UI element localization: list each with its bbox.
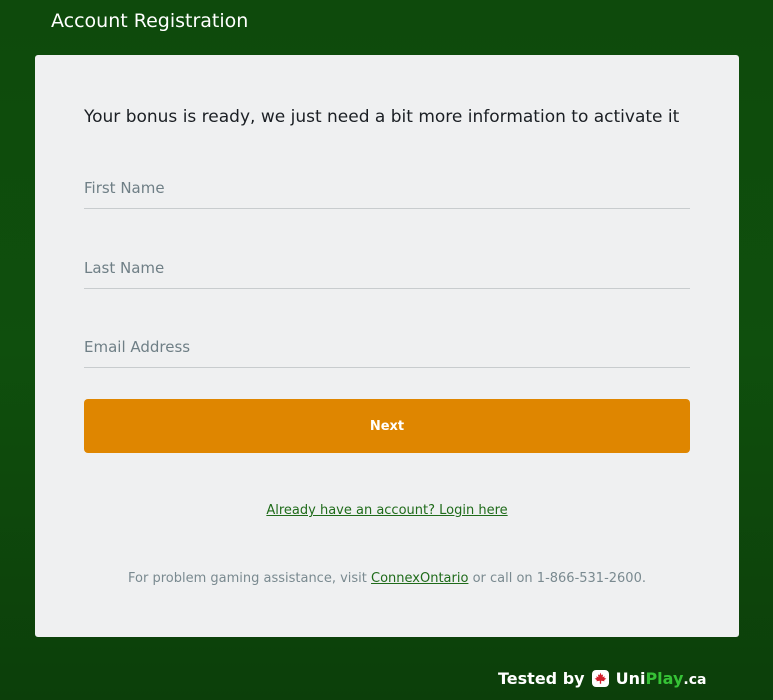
form-headline: Your bonus is ready, we just need a bit … (84, 107, 680, 127)
connex-ontario-link[interactable]: ConnexOntario (371, 571, 468, 586)
registration-card: Your bonus is ready, we just need a bit … (35, 55, 739, 637)
assist-prefix: For problem gaming assistance, visit (128, 571, 372, 586)
assist-suffix: or call on 1-866-531-2600. (468, 571, 646, 586)
tested-by-badge: Tested by Uni Play .ca (498, 666, 706, 690)
first-name-field[interactable] (84, 168, 690, 209)
page-title: Account Registration (51, 10, 249, 32)
tested-by-label: Tested by (498, 668, 585, 688)
login-link[interactable]: Already have an account? Login here (266, 503, 507, 518)
email-field[interactable] (84, 327, 690, 368)
last-name-field[interactable] (84, 248, 690, 289)
brand-uni: Uni (615, 668, 646, 688)
next-button[interactable]: Next (84, 399, 690, 453)
last-name-input[interactable] (84, 248, 690, 288)
maple-leaf-icon (591, 669, 609, 687)
login-link-container: Already have an account? Login here (35, 502, 739, 520)
uniplay-logo: Uni Play .ca (616, 669, 707, 688)
brand-play: Play (645, 668, 684, 688)
first-name-input[interactable] (84, 168, 690, 208)
email-input[interactable] (84, 327, 690, 367)
brand-tld: .ca (683, 671, 707, 688)
problem-gaming-notice: For problem gaming assistance, visit Con… (35, 570, 739, 588)
